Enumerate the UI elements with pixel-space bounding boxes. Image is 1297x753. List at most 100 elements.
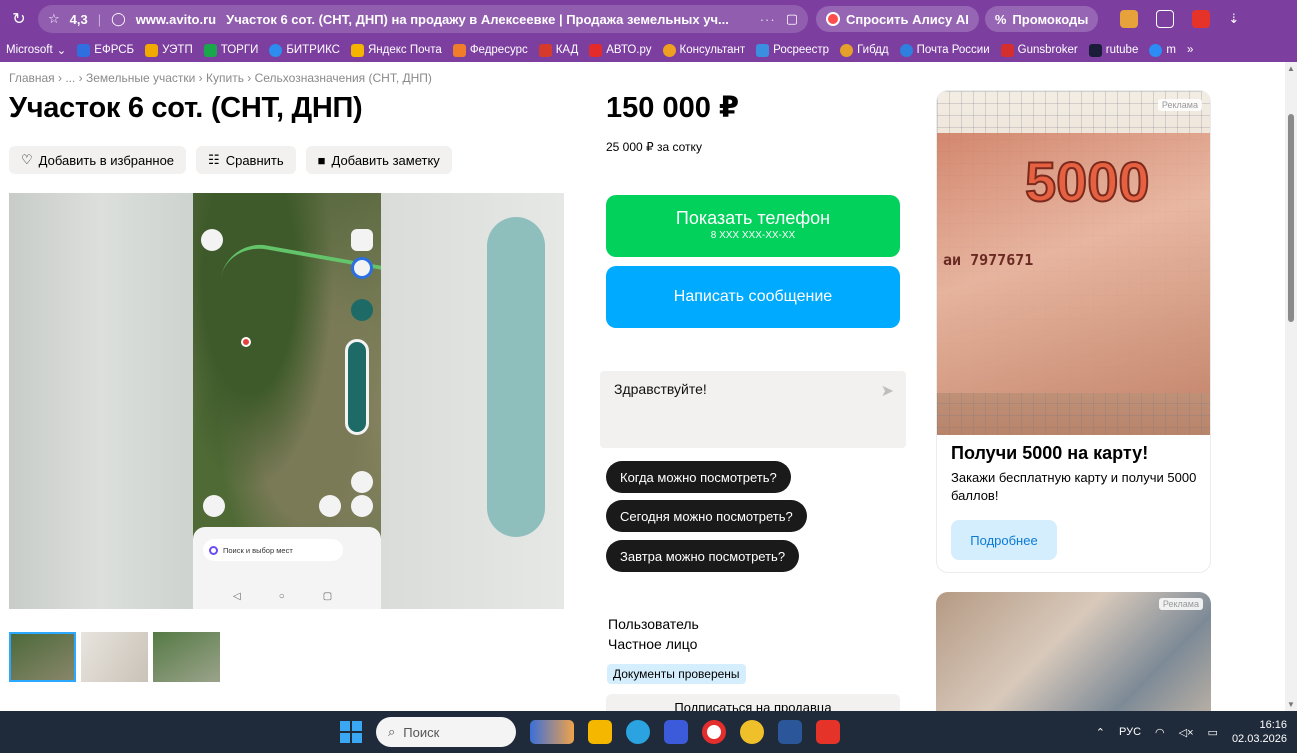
bookmarks-overflow-button[interactable]: » [1187,44,1193,56]
telegram-icon[interactable] [626,720,650,744]
plus-icon [203,43,217,57]
thumbnail[interactable] [81,632,148,682]
show-phone-button[interactable]: Показать телефон 8 XXX XXX-XX-XX [606,195,900,257]
show-phone-label: Показать телефон [675,208,831,228]
listing-page: Главная › ... › Земельные участки › Купи… [0,62,1285,711]
bookmark-item[interactable]: Почта России [899,43,990,57]
page-title: Участок 6 сот. (СНТ, ДНП) [9,92,363,124]
thumbnail[interactable] [9,632,76,682]
yandex-browser-icon[interactable] [740,720,764,744]
clock-time: 16:16 [1259,719,1287,731]
pdf-app-icon[interactable] [816,720,840,744]
kad-icon [538,43,552,57]
main-photo[interactable]: Поиск и выбор мест ◁ ○ ▢ [9,193,564,609]
reload-icon[interactable]: ↻ [0,9,38,29]
bookmark-item[interactable]: rutube [1088,43,1138,57]
quick-question-chip[interactable]: Когда можно посмотреть? [606,461,791,493]
start-button[interactable] [340,721,362,743]
alisa-icon [826,12,840,26]
seller-name[interactable]: Пользователь [608,614,699,634]
ad-text: Закажи бесплатную карту и получи 5000 ба… [951,470,1197,503]
quick-question-chip[interactable]: Завтра можно посмотреть? [606,540,800,572]
ad-label[interactable]: Реклама [1157,99,1202,111]
bookmark-item[interactable]: Консультант [662,43,745,57]
ad-card[interactable]: Реклама [936,592,1211,711]
verified-badge: Документы проверены [607,664,746,684]
note-icon: ■ [317,152,326,168]
word-icon[interactable] [778,720,802,744]
bookmark-item[interactable]: БИТРИКС [269,43,340,57]
subscribe-seller-button[interactable]: Подписаться на продавца [606,694,900,711]
windows-taskbar: ⌕ Поиск ⌃ РУС ◠ ◁× ▭ 16:16 02.03.2026 [0,711,1297,753]
quick-question-chip[interactable]: Сегодня можно посмотреть? [606,500,807,532]
wifi-icon[interactable]: ◠ [1155,726,1165,739]
thumbnail[interactable] [153,632,220,682]
profile-extension-icon[interactable] [1192,10,1211,28]
add-to-favorites-label: Добавить в избранное [38,152,175,168]
chevron-up-icon[interactable]: ⌃ [1096,726,1105,739]
compare-button[interactable]: ☷ Сравнить [196,146,296,174]
ad-card[interactable]: 5000 аи 7977671 Реклама Получи 5000 на к… [936,90,1211,573]
more-icon[interactable]: ··· [760,12,776,27]
breadcrumb[interactable]: Главная › ... › Земельные участки › Купи… [9,71,432,85]
mail-icon [351,43,364,57]
add-note-button[interactable]: ■ Добавить заметку [305,146,452,174]
seller-block: Пользователь Частное лицо [608,614,699,654]
android-nav-bar: ◁ ○ ▢ [233,591,332,602]
clock[interactable]: 16:16 02.03.2026 [1232,718,1287,746]
language-indicator[interactable]: РУС [1119,726,1141,738]
write-message-label: Написать сообщение [673,288,833,305]
bookmark-item[interactable]: Microsoft ⌄ [6,43,66,57]
system-tray: ⌃ РУС ◠ ◁× ▭ 16:16 02.03.2026 [1096,711,1287,753]
bookmark-item[interactable]: Гибдд [840,43,889,57]
add-note-label: Добавить заметку [331,152,440,168]
map-bell-icon [351,299,373,321]
widgets-icon[interactable] [530,720,574,744]
promo-codes-button[interactable]: % Промокоды [984,6,1099,32]
map-menu-icon [351,229,373,251]
bookmark-item[interactable]: УЭТП [145,43,193,57]
bookmark-item[interactable]: Федресурс [452,43,528,57]
ad-more-button[interactable]: Подробнее [951,520,1057,560]
scroll-thumb[interactable] [1288,114,1294,322]
map-zoom-slider [345,339,369,435]
map-route-icon [319,495,341,517]
send-icon[interactable]: ➤ [881,381,894,401]
scroll-up-icon[interactable]: ▲ [1287,64,1295,73]
bookmark-item[interactable]: ТОРГИ [203,43,258,57]
address-bar[interactable]: ☆ 4,3 | ◯ www.avito.ru Участок 6 сот. (С… [38,5,808,33]
auto-icon [589,43,603,57]
clock-date: 02.03.2026 [1231,733,1287,745]
app-icon[interactable] [664,720,688,744]
ask-alisa-button[interactable]: Спросить Алису AI [816,6,979,32]
bookmark-item[interactable]: m [1149,43,1176,57]
bookmark-item[interactable]: Gunsbroker [1000,43,1078,57]
ad-label[interactable]: Реклама [1158,598,1203,610]
chat-input[interactable]: Здравствуйте! ➤ [600,371,906,448]
write-message-button[interactable]: Написать сообщение [606,266,900,328]
scroll-down-icon[interactable]: ▼ [1287,700,1295,709]
bookmark-item[interactable]: КАД [538,43,578,57]
at-icon [1149,43,1163,57]
ad-title: Получи 5000 на карту! [951,443,1149,463]
bookmark-item[interactable]: Росреестр [756,43,829,57]
page-scrollbar[interactable]: ▲ ▼ [1285,62,1297,711]
bookmarks-bar: Microsoft ⌄ ЕФРСБ УЭТП ТОРГИ БИТРИКС Янде… [0,38,1297,62]
percent-icon: % [994,11,1007,27]
file-explorer-icon[interactable] [588,720,612,744]
extension-icon[interactable] [1120,10,1139,28]
shield-icon[interactable]: ◯ [111,11,126,27]
add-to-favorites-button[interactable]: ♡ Добавить в избранное [9,146,187,174]
yandex-icon[interactable] [702,720,726,744]
taskbar-search[interactable]: ⌕ Поиск [376,717,516,747]
back-icon: ◁ [233,591,241,602]
downloads-icon[interactable]: ⇣ [1228,11,1239,27]
heart-icon: ♡ [21,152,33,167]
battery-icon[interactable]: ▭ [1208,726,1218,739]
bookmark-item[interactable]: АВТО.ру [589,43,652,57]
bookmark-item[interactable]: ЕФРСБ [77,43,134,57]
collections-icon[interactable] [1156,10,1175,28]
bookmark-item[interactable]: Яндекс Почта [351,43,442,57]
volume-icon[interactable]: ◁× [1179,726,1194,739]
bookmark-icon[interactable]: ▢ [786,11,798,27]
